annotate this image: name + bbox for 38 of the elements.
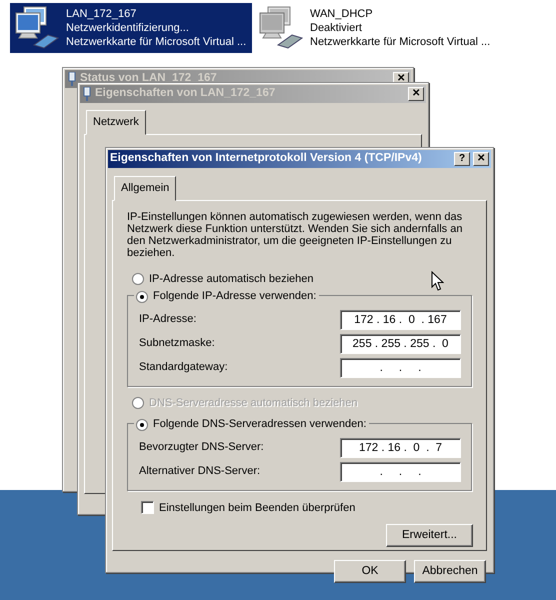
ip-address-field[interactable]: . . . <box>340 462 461 482</box>
adapter-name: Netzwerkkarte für Microsoft Virtual ... <box>310 35 490 49</box>
cancel-button[interactable]: Abbrechen <box>414 560 486 583</box>
ok-button[interactable]: OK <box>334 560 406 583</box>
network-icon <box>82 87 92 101</box>
connection-status: Netzwerkidentifizierung... <box>66 21 190 35</box>
ip-address-field[interactable]: . . . <box>340 358 461 378</box>
connection-name: LAN_172_167 <box>66 7 138 21</box>
ip-address-field[interactable]: 172 . 16 . 0 . 7 <box>340 438 461 458</box>
help-button[interactable]: ? <box>454 152 470 166</box>
radio-button[interactable]: Folgende IP-Adresse verwenden: <box>136 288 316 305</box>
network-adapter-icon <box>258 5 306 51</box>
field-label: Subnetzmaske: <box>139 336 215 352</box>
tab[interactable]: Netzwerk <box>86 110 146 134</box>
window-title: Status von LAN_172_167 <box>80 71 218 86</box>
radio-button[interactable]: Folgende DNS-Serveradressen verwenden: <box>136 416 366 433</box>
radio-button[interactable]: IP-Adresse automatisch beziehen <box>132 270 314 287</box>
field-label: Bevorzugter DNS-Server: <box>139 440 264 456</box>
close-button[interactable]: ✕ <box>473 152 489 166</box>
checkbox[interactable]: Einstellungen beim Beenden überprüfen <box>141 500 356 516</box>
close-button[interactable]: ✕ <box>408 87 424 101</box>
connection-status: Deaktiviert <box>310 21 363 35</box>
field-label: Standardgateway: <box>139 360 228 376</box>
tab[interactable]: Allgemein <box>114 176 176 200</box>
description-text: IP-Einstellungen können automatisch zugewiesen werden, wenn das Netzwerk diese Funktion unterstützt. Wenden Sie sich andernfalls an den Netzwerkadministrator, um die geeigneten IP-Einstellungen zu beziehen. <box>127 210 464 258</box>
window-title: Eigenschaften von Internetprotokoll Version 4 (TCP/IPv4) <box>110 151 423 166</box>
window-title: Eigenschaften von LAN_172_167 <box>95 86 276 102</box>
ip-address-field[interactable]: 255 . 255 . 255 . 0 <box>340 334 461 354</box>
ip-address-field[interactable]: 172 . 16 . 0 . 167 <box>340 310 461 330</box>
connection-name: WAN_DHCP <box>310 7 374 21</box>
advanced-button[interactable]: Erweitert... <box>386 524 473 547</box>
network-icon <box>67 72 77 86</box>
field-label: Alternativer DNS-Server: <box>139 464 260 480</box>
field-label: IP-Adresse: <box>139 312 196 328</box>
mouse-cursor-icon <box>431 271 444 292</box>
network-adapter-icon <box>14 5 62 51</box>
network-connection[interactable]: LAN_172_167 Netzwerkidentifizierung... Netzwerkkarte für Microsoft Virtual ... <box>10 3 252 53</box>
adapter-name: Netzwerkkarte für Microsoft Virtual ... <box>66 35 246 49</box>
